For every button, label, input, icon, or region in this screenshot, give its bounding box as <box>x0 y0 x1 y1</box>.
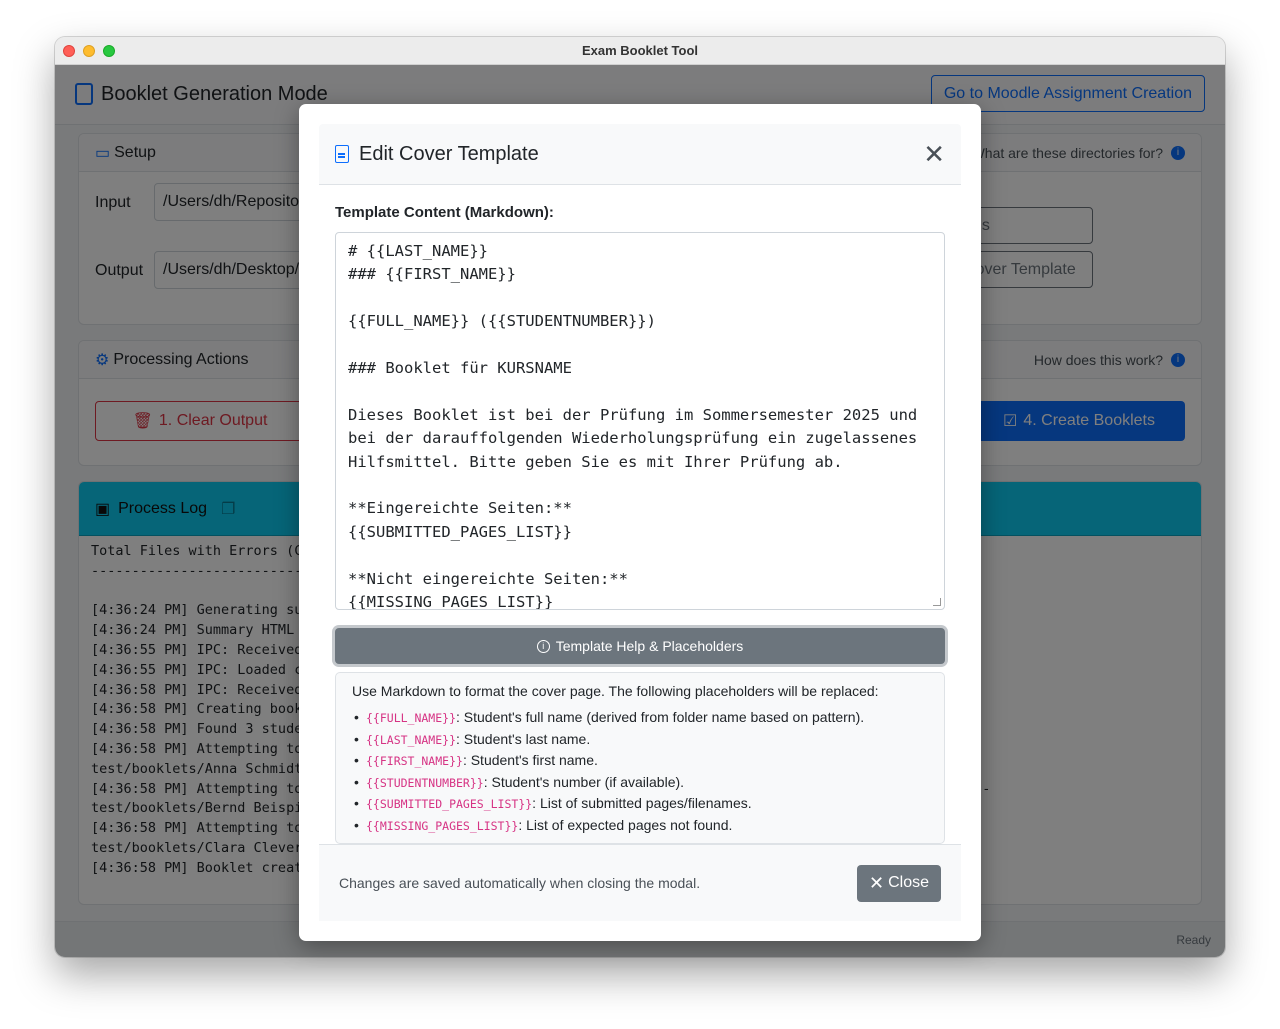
placeholder-code: {{LAST_NAME}} <box>366 732 457 747</box>
template-content-label: Template Content (Markdown): <box>335 204 554 221</box>
modal-header: Edit Cover Template ✕ <box>319 124 961 185</box>
window-title: Exam Booklet Tool <box>581 43 699 58</box>
placeholder-item: {{FULL_NAME}}: Student's full name (deri… <box>352 707 928 729</box>
close-icon[interactable]: ✕ <box>923 141 945 167</box>
titlebar: Exam Booklet Tool <box>55 37 1225 65</box>
help-intro: Use Markdown to format the cover page. T… <box>352 683 879 699</box>
template-help-toggle-button[interactable]: i Template Help & Placeholders <box>335 628 945 664</box>
placeholder-code: {{SUBMITTED_PAGES_LIST}} <box>366 797 533 811</box>
close-icon: ✕ <box>869 872 885 893</box>
close-button-label: Close <box>888 874 929 891</box>
placeholder-item: {{SUBMITTED_PAGES_LIST}}: List of submit… <box>352 793 928 815</box>
document-icon <box>335 145 349 163</box>
placeholder-code: {{STUDENTNUMBER}} <box>366 775 484 790</box>
edit-cover-template-modal: Edit Cover Template ✕ Template Content (… <box>299 104 981 941</box>
footer-note: Changes are saved automatically when clo… <box>339 875 701 891</box>
placeholder-description: : List of expected pages not found. <box>518 816 733 833</box>
placeholder-code: {{FULL_NAME}} <box>366 711 457 725</box>
placeholder-code: {{MISSING_PAGES_LIST}} <box>366 818 519 833</box>
modal-content: Edit Cover Template ✕ Template Content (… <box>319 124 961 921</box>
placeholder-description: : Student's full name (derived from fold… <box>456 709 865 725</box>
placeholder-item: {{FIRST_NAME}}: Student's first name. <box>352 750 928 772</box>
zoom-window-button[interactable] <box>103 45 115 57</box>
minimize-window-button[interactable] <box>83 45 95 57</box>
window-controls <box>63 45 115 57</box>
placeholder-description: : Student's first name. <box>462 752 598 768</box>
placeholder-item: {{STUDENTNUMBER}}: Student's number (if … <box>352 772 928 794</box>
resize-handle[interactable] <box>933 598 941 606</box>
modal-footer: Changes are saved automatically when clo… <box>319 844 961 921</box>
placeholder-description: : List of submitted pages/filenames. <box>532 795 752 811</box>
placeholder-item: {{LAST_NAME}}: Student's last name. <box>352 729 928 751</box>
placeholder-code: {{FIRST_NAME}} <box>366 754 463 768</box>
placeholder-description: : Student's number (if available). <box>483 773 685 790</box>
close-button[interactable]: ✕ Close <box>857 864 941 902</box>
template-textarea[interactable]: # {{LAST_NAME}} ### {{FIRST_NAME}} {{FUL… <box>335 232 945 610</box>
placeholder-list: {{FULL_NAME}}: Student's full name (deri… <box>352 707 928 836</box>
template-help-panel: Use Markdown to format the cover page. T… <box>335 672 945 844</box>
modal-title: Edit Cover Template <box>359 142 539 165</box>
close-window-button[interactable] <box>63 45 75 57</box>
placeholder-description: : Student's last name. <box>456 730 591 747</box>
placeholder-item: {{MISSING_PAGES_LIST}}: List of expected… <box>352 815 928 837</box>
template-help-label: Template Help & Placeholders <box>555 638 744 654</box>
info-circle-icon: i <box>536 639 550 653</box>
